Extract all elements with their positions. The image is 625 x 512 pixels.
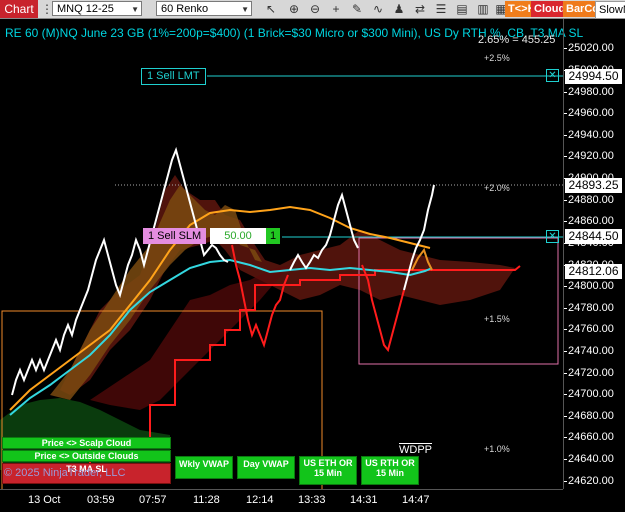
- sell-lmt-price-box: 24994.50: [565, 69, 622, 84]
- zoom-in-icon[interactable]: ⊕: [286, 1, 302, 17]
- price-tick: 24980.00: [564, 86, 614, 98]
- crosshair-icon[interactable]: +: [328, 1, 344, 17]
- wkly-vwap-button[interactable]: Wkly VWAP: [175, 456, 233, 479]
- us-rth-or-button[interactable]: US RTH OR 15 Min: [361, 456, 419, 485]
- price-tick: 24720.00: [564, 367, 614, 379]
- chart-trader-icon[interactable]: ⇄: [412, 1, 428, 17]
- time-tick: 14:31: [350, 494, 378, 506]
- copyright-text: © 2025 NinjaTrader, LLC: [4, 467, 126, 479]
- time-tick: 03:59: [87, 494, 115, 506]
- close-sell-lmt-icon[interactable]: ✕: [546, 69, 559, 82]
- sell-lmt-order[interactable]: 1 Sell LMT: [141, 68, 206, 85]
- slm-qty-field[interactable]: 1: [266, 228, 280, 244]
- price-tick: 24880.00: [564, 194, 614, 206]
- sell-slm-order[interactable]: 1 Sell SLM: [143, 228, 207, 244]
- pct-label-1-5: +1.5%: [484, 314, 510, 324]
- price-tick: 24700.00: [564, 388, 614, 400]
- day-vwap-button[interactable]: Day VWAP: [237, 456, 295, 479]
- chart-toolbar: Chart ⋮ MNQ 12-25 ▼ 60 Renko ▼ ↖ ⊕ ⊖ + ✎…: [0, 0, 625, 19]
- instrument-selector[interactable]: MNQ 12-25 ▼: [52, 1, 142, 16]
- instrument-value: MNQ 12-25: [57, 3, 114, 15]
- chart-tab[interactable]: Chart: [0, 0, 38, 18]
- last-price-box: 24893.25: [565, 178, 622, 193]
- period-value: 60 Renko: [161, 3, 209, 15]
- chevron-down-icon: ▼: [131, 5, 139, 14]
- price-tick: 24940.00: [564, 129, 614, 141]
- slowm-button[interactable]: SlowM: [595, 1, 625, 19]
- title-overlap-label: 2.65% = 455.25: [478, 34, 556, 46]
- price-tick: 24860.00: [564, 215, 614, 227]
- time-tick: 13:33: [298, 494, 326, 506]
- indicators-icon[interactable]: ∿: [370, 1, 386, 17]
- time-axis[interactable]: 13 Oct 03:59 07:57 11:28 12:14 13:33 14:…: [0, 489, 563, 512]
- time-tick: 11:28: [193, 494, 220, 506]
- price-tick: 24800.00: [564, 280, 614, 292]
- price-tick: 25020.00: [564, 42, 614, 54]
- time-tick: 12:14: [246, 494, 274, 506]
- close-sell-slm-icon[interactable]: ✕: [546, 230, 559, 243]
- price-tick: 24660.00: [564, 431, 614, 443]
- strategies-icon[interactable]: ♟: [391, 1, 407, 17]
- scalp-cloud-button[interactable]: Price <> Scalp Cloud: [2, 437, 171, 449]
- time-tick: 13 Oct: [28, 494, 61, 506]
- time-tick: 14:47: [402, 494, 430, 506]
- price-tick: 24680.00: [564, 410, 614, 422]
- price-tick: 24760.00: [564, 323, 614, 335]
- chart-panel[interactable]: RE 60 (M)NQ June 23 GB (1%=200p=$400) (1…: [0, 19, 583, 489]
- properties-icon[interactable]: ☰: [433, 1, 449, 17]
- pointer-icon[interactable]: ↖: [263, 1, 279, 17]
- us-eth-or-button[interactable]: US ETH OR 15 Min: [299, 456, 357, 485]
- price-tick: 24920.00: [564, 150, 614, 162]
- pct-label-2-5: +2.5%: [484, 53, 510, 63]
- pct-label-2-0: +2.0%: [484, 183, 510, 193]
- price-tick: 24640.00: [564, 453, 614, 465]
- period-selector[interactable]: 60 Renko ▼: [156, 1, 252, 16]
- price-tick: 24740.00: [564, 345, 614, 357]
- pct-label-1-0: +1.0%: [484, 444, 510, 454]
- drawing-tools-icon[interactable]: ✎: [349, 1, 365, 17]
- chevron-down-icon: ▼: [241, 5, 249, 14]
- time-tick: 07:57: [139, 494, 167, 506]
- price-tick: 24620.00: [564, 475, 614, 487]
- slm-value-field[interactable]: 50.00: [210, 228, 266, 244]
- wdpp-label: WDPP: [399, 443, 432, 456]
- sell-slm-price-box: 24844.50: [565, 229, 622, 244]
- price-tick: 24780.00: [564, 302, 614, 314]
- data-box-icon[interactable]: ▤: [454, 1, 470, 17]
- outside-clouds-button[interactable]: Price <> Outside Clouds: [2, 450, 171, 462]
- price-axis[interactable]: 25020.00 25000.00 24980.00 24960.00 2494…: [563, 19, 625, 489]
- zoom-out-icon[interactable]: ⊖: [307, 1, 323, 17]
- price-chart: [0, 75, 563, 489]
- price-tick: 24960.00: [564, 107, 614, 119]
- templates-icon[interactable]: ▥: [475, 1, 491, 17]
- ma-price-box: 24812.06: [565, 264, 622, 279]
